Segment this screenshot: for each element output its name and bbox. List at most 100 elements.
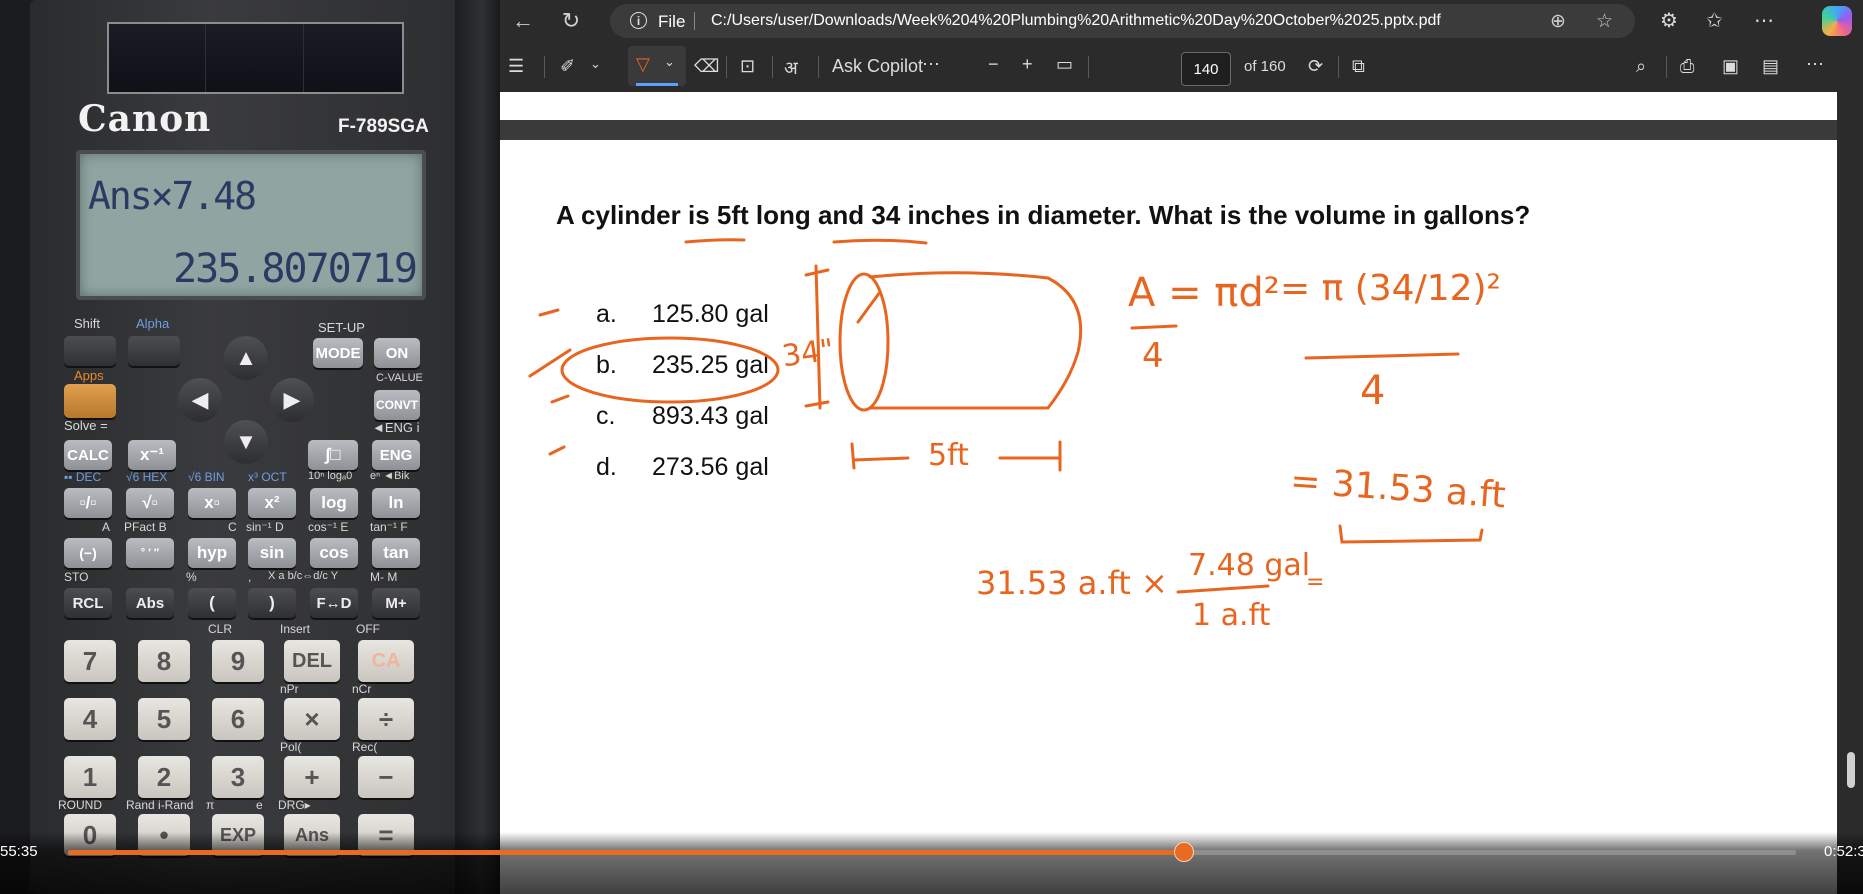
square-key[interactable]: x² [248, 488, 296, 518]
up-arrow-icon[interactable]: ▲ [224, 336, 268, 380]
save-icon[interactable]: ▣ [1722, 56, 1739, 77]
rcl-key[interactable]: RCL [64, 588, 112, 618]
draw-tool-active[interactable]: ▽ ⌄ [628, 46, 686, 86]
vertical-scrollbar[interactable] [1837, 92, 1863, 894]
right-arrow-icon[interactable]: ▶ [270, 378, 314, 422]
del-key[interactable]: DEL [284, 640, 340, 682]
down-arrow-icon[interactable]: ▼ [224, 420, 268, 464]
label-cvalue: C-VALUE [376, 372, 423, 384]
page-number-input[interactable]: 140 [1181, 52, 1231, 86]
ink-length: 5ft [928, 438, 969, 473]
ln-key[interactable]: ln [372, 488, 420, 518]
digit-9-key[interactable]: 9 [212, 640, 264, 682]
rotate-icon[interactable]: ⟳ [1308, 56, 1323, 77]
plus-key[interactable]: + [284, 756, 340, 798]
zoom-icon[interactable]: ⊕ [1550, 10, 1566, 33]
left-arrow-icon[interactable]: ◀ [178, 378, 222, 422]
negative-key[interactable]: (−) [64, 538, 112, 568]
ink-annotations [528, 238, 1484, 594]
eraser-icon[interactable]: ⌫ [694, 56, 719, 77]
mplus-key[interactable]: M+ [372, 588, 420, 618]
refresh-icon[interactable]: ↻ [556, 6, 586, 36]
copilot-icon[interactable] [1822, 6, 1852, 36]
tan-key[interactable]: tan [372, 538, 420, 568]
label-a: A [102, 520, 111, 534]
toolbar-separator [1666, 56, 1667, 78]
contents-icon[interactable]: ☰ [508, 56, 524, 77]
label-setup: SET-UP [318, 320, 365, 335]
sin-key[interactable]: sin [248, 538, 296, 568]
eng-key[interactable]: ENG [372, 440, 420, 470]
fraction-bar-1 [1130, 324, 1178, 330]
divide-key[interactable]: ÷ [358, 698, 414, 740]
solar-panel [107, 22, 404, 94]
fit-page-icon[interactable]: ▭ [1056, 54, 1073, 75]
alpha-key[interactable] [128, 336, 180, 366]
settings-more-icon[interactable]: ⋯ [1806, 54, 1824, 75]
calc-key[interactable]: CALC [64, 440, 112, 470]
draw-dropdown-icon[interactable]: ⌄ [664, 54, 675, 70]
print-icon[interactable]: ⎙ [1680, 56, 1694, 77]
document-area: A cylinder is 5ft long and 34 inches in … [500, 92, 1863, 894]
toolbar-separator [544, 56, 545, 78]
tick-d [548, 445, 566, 456]
text-icon[interactable]: ⊡ [740, 56, 755, 77]
seek-bar[interactable] [68, 850, 1796, 855]
power-key[interactable]: x▫ [188, 488, 236, 518]
minus-key[interactable]: − [358, 756, 414, 798]
digit-7-key[interactable]: 7 [64, 640, 116, 682]
label-engi: ◄ENG i [372, 420, 420, 435]
label-npr: nPr [280, 682, 299, 696]
mode-key[interactable]: MODE [313, 338, 363, 368]
shift-key[interactable] [64, 336, 116, 366]
open-paren-key[interactable]: ( [188, 588, 236, 618]
address-bar[interactable]: i File C:/Users/user/Downloads/Week%204%… [610, 4, 1635, 38]
page-view-icon[interactable]: ⧉ [1352, 56, 1365, 77]
url-text[interactable]: C:/Users/user/Downloads/Week%204%20Plumb… [711, 12, 1441, 30]
log-key[interactable]: log [310, 488, 358, 518]
back-icon[interactable]: ← [508, 6, 538, 36]
ink-substitution-denominator: 4 [1360, 368, 1386, 414]
highlight-dropdown-icon[interactable]: ⌄ [590, 56, 601, 72]
digit-8-key[interactable]: 8 [138, 640, 190, 682]
favorite-star-icon[interactable]: ☆ [1596, 10, 1613, 33]
calculator-photo: Canon F-789SGA Ans×7.48 235.8070719 Shif… [0, 0, 500, 894]
info-icon[interactable]: i [630, 12, 647, 29]
zoom-out-icon[interactable]: − [988, 54, 999, 75]
draw-icon[interactable]: ▽ [636, 54, 650, 75]
dms-key[interactable]: ° ′ ″ [126, 538, 174, 568]
reciprocal-key[interactable]: x⁻¹ [128, 440, 176, 470]
fraction-key[interactable]: ▫/▫ [64, 488, 112, 518]
sqrt-key[interactable]: √▫ [126, 488, 174, 518]
label-xabc: X a b/c⇔d/c Y [268, 570, 339, 582]
digit-3-key[interactable]: 3 [212, 756, 264, 798]
ca-key[interactable]: CA [358, 640, 414, 682]
convt-key[interactable]: CONVT [374, 390, 420, 420]
more-menu-icon[interactable]: ⋯ [1754, 8, 1774, 33]
zoom-in-icon[interactable]: + [1022, 54, 1033, 75]
toolbar-more-icon[interactable]: ⋯ [922, 54, 940, 75]
digit-6-key[interactable]: 6 [212, 698, 264, 740]
search-icon[interactable]: ⌕ [1636, 56, 1646, 77]
hyp-key[interactable]: hyp [188, 538, 236, 568]
apps-key[interactable] [64, 384, 116, 418]
favorites-icon[interactable]: ✩ [1706, 8, 1723, 33]
scrollbar-thumb[interactable] [1847, 752, 1855, 788]
ask-copilot-button[interactable]: Ask Copilot [832, 56, 923, 77]
extensions-icon[interactable]: ⚙ [1660, 8, 1678, 33]
digit-2-key[interactable]: 2 [138, 756, 190, 798]
save-as-icon[interactable]: ▤ [1762, 56, 1779, 77]
multiply-key[interactable]: × [284, 698, 340, 740]
highlight-icon[interactable]: ✐ [560, 56, 575, 77]
close-paren-key[interactable]: ) [248, 588, 296, 618]
integral-key[interactable]: ∫□ [308, 440, 358, 470]
digit-1-key[interactable]: 1 [64, 756, 116, 798]
fd-key[interactable]: F↔D [310, 588, 358, 618]
abs-key[interactable]: Abs [126, 588, 174, 618]
read-aloud-icon[interactable]: अ [784, 56, 798, 80]
digit-5-key[interactable]: 5 [138, 698, 190, 740]
on-key[interactable]: ON [374, 338, 420, 368]
digit-4-key[interactable]: 4 [64, 698, 116, 740]
underline-5ft [684, 238, 746, 244]
cos-key[interactable]: cos [310, 538, 358, 568]
